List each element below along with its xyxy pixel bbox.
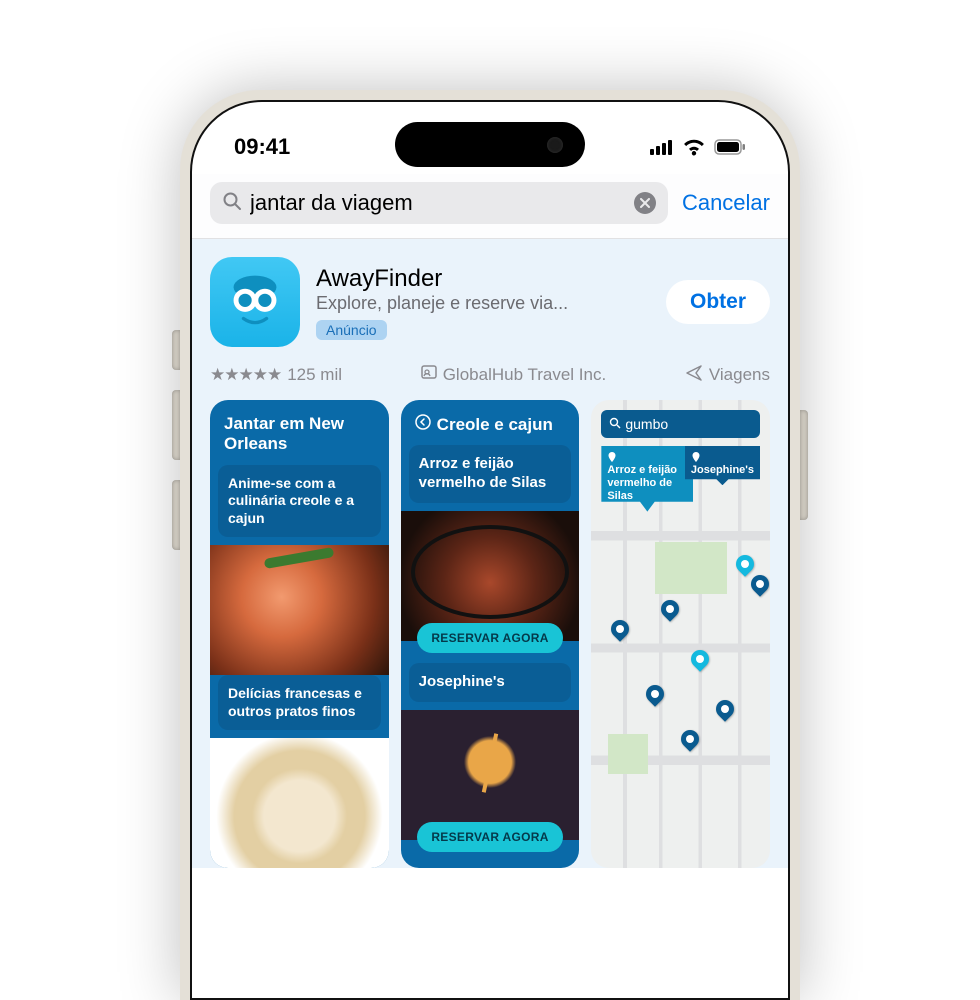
map-pin-icon[interactable] [713,696,738,721]
app-icon [210,257,300,347]
rating-count: 125 mil [287,365,342,385]
card-title: Creole e cajun [401,400,580,445]
search-input[interactable] [250,190,626,216]
phone-screen: 09:41 [190,100,790,1000]
map-callout[interactable]: Josephine's [685,446,760,485]
map-callout-text: Josephine's [691,464,754,476]
star-rating-icon: ★★★★★ [210,365,281,385]
food-image-shrimp [210,545,389,675]
airplane-icon [685,363,703,386]
app-name: AwayFinder [316,265,650,293]
promo-card-2[interactable]: Creole e cajun Arroz e feijão vermelho d… [401,400,580,868]
reserve-button[interactable]: RESERVAR AGORA [417,623,562,653]
category-label: Viagens [709,365,770,385]
search-icon [222,191,242,216]
reserve-button[interactable]: RESERVAR AGORA [417,822,562,852]
cancel-button[interactable]: Cancelar [682,190,770,216]
ad-badge: Anúncio [316,320,387,340]
map-search-text: gumbo [625,416,668,432]
developer-name: GlobalHub Travel Inc. [443,365,606,385]
promo-cards-row: Jantar em New Orleans Anime-se com a cul… [192,400,788,868]
app-result-row[interactable]: AwayFinder Explore, planeje e reserve vi… [192,257,788,347]
promo-card-map[interactable]: gumbo Arroz e feijão vermelho de Silas J… [591,400,770,868]
map-callout-text: Arroz e feijão vermelho de Silas [607,464,677,502]
card-subtitle: Anime-se com a culinária creole e a caju… [218,465,381,538]
map-pin-icon[interactable] [608,616,633,641]
map-pin-icon[interactable] [643,681,668,706]
map-pin-icon[interactable] [733,551,758,576]
search-ad-panel: AwayFinder Explore, planeje e reserve vi… [192,239,788,868]
food-image-pastry [210,738,389,868]
app-subtitle: Explore, planeje e reserve via... [316,293,650,314]
back-arrow-icon [415,414,431,435]
map-search-field[interactable]: gumbo [601,410,760,438]
developer-info: GlobalHub Travel Inc. [421,364,606,385]
promo-card-1[interactable]: Jantar em New Orleans Anime-se com a cul… [210,400,389,868]
map-pin-icon[interactable] [678,726,703,751]
card-title: Jantar em New Orleans [210,400,389,465]
restaurant-name: Josephine's [409,663,572,702]
wifi-icon [682,138,706,156]
food-image-gumbo [401,511,580,641]
status-time: 09:41 [234,134,290,160]
get-button[interactable]: Obter [666,280,770,324]
volume-down-button[interactable] [172,480,180,550]
restaurant-name: Arroz e feijão vermelho de Silas [409,445,572,503]
dynamic-island [395,122,585,167]
rating-info: ★★★★★ 125 mil [210,365,342,385]
search-icon [609,416,621,432]
app-info-row: ★★★★★ 125 mil GlobalHub Travel Inc. Viag… [192,347,788,400]
category-info: Viagens [685,363,770,386]
power-button[interactable] [800,410,808,520]
silence-switch[interactable] [172,330,180,370]
phone-frame: 09:41 [180,90,800,1000]
battery-icon [714,139,746,155]
map-callout[interactable]: Arroz e feijão vermelho de Silas [601,446,693,512]
card-title-text: Creole e cajun [437,415,553,435]
search-bar-row: Cancelar [192,174,788,239]
card-subtitle: Delícias francesas e outros pratos finos [218,675,381,730]
volume-up-button[interactable] [172,390,180,460]
map-pin-icon[interactable] [748,571,770,596]
food-image-cocktail [401,710,580,840]
map-pin-icon[interactable] [658,596,683,621]
cellular-signal-icon [650,139,674,155]
clear-search-icon[interactable] [634,192,656,214]
developer-icon [421,364,437,385]
map-pin-icon[interactable] [688,646,713,671]
search-field[interactable] [210,182,668,224]
